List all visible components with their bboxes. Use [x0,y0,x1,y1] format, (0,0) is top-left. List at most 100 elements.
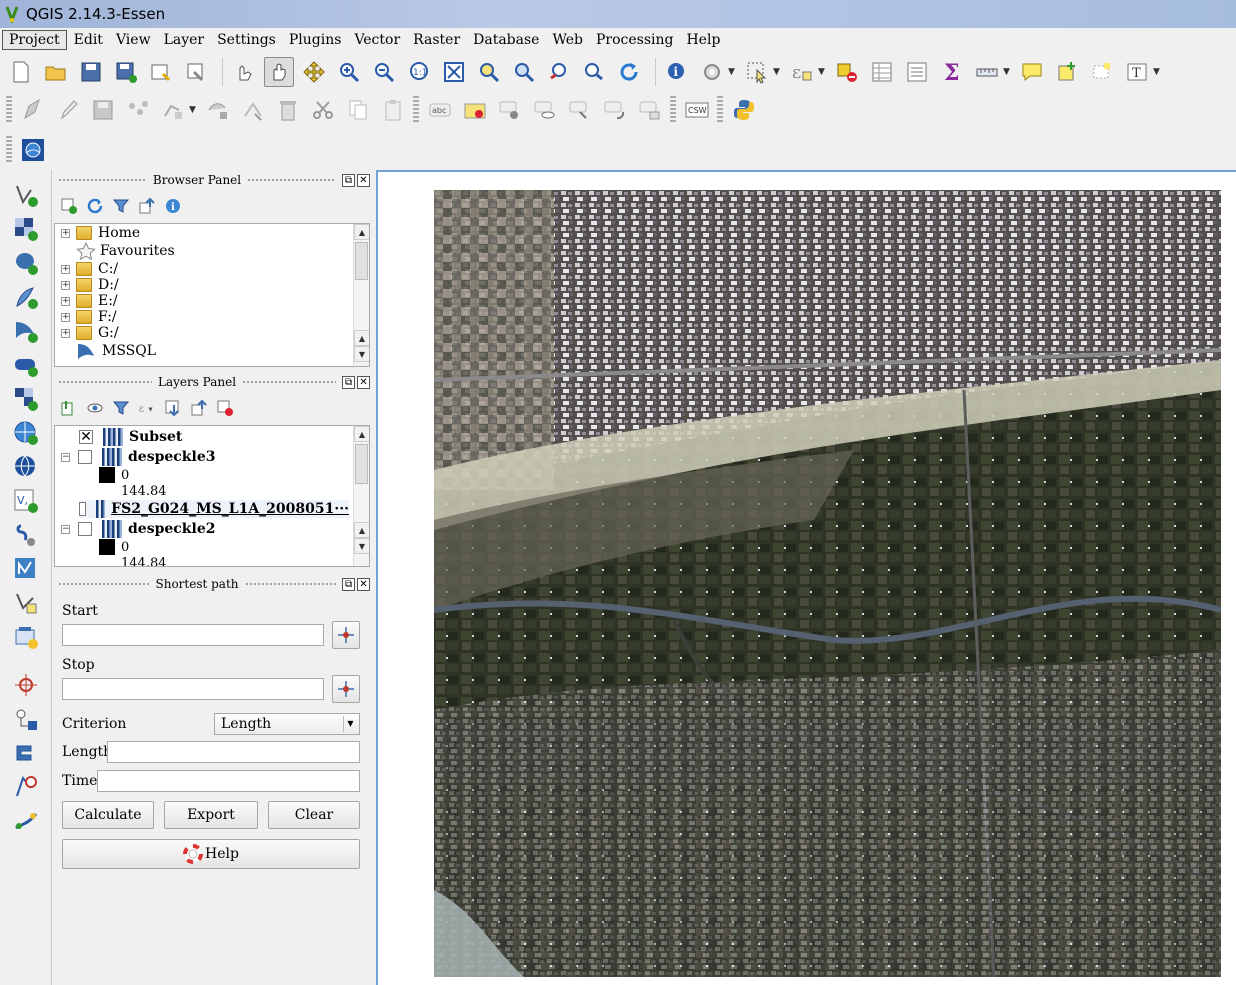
collapse-icon[interactable]: − [61,524,70,534]
change-label-icon[interactable] [635,95,665,125]
scroll-down-icon[interactable]: ▼ [354,346,369,362]
float-panel-icon[interactable]: ⧉ [342,173,355,187]
stop-capture-point-button[interactable] [332,675,360,703]
touch-zoom-icon[interactable] [229,57,259,87]
layer-labeling-icon[interactable] [460,95,490,125]
show-hide-labels-icon[interactable] [530,95,560,125]
remove-layer-icon[interactable] [216,399,234,417]
close-panel-icon[interactable]: ✕ [357,577,371,591]
menu-processing[interactable]: Processing [590,31,680,49]
zoom-in-icon[interactable] [334,57,364,87]
layer-checkbox[interactable] [79,502,87,516]
georeferencer-icon[interactable] [18,135,48,165]
filter-expression-icon[interactable]: ε ▼ [138,399,156,417]
trash-icon[interactable] [273,95,303,125]
expand-icon[interactable]: + [61,296,70,306]
csw-metasearch-icon[interactable]: CSW [682,95,712,125]
identify-features-icon[interactable]: i [662,57,692,87]
scroll-up-icon[interactable]: ▲ [354,522,369,538]
export-button[interactable]: Export [164,801,258,829]
sum-icon[interactable]: Σ [937,57,967,87]
add-raster-layer-icon[interactable] [11,214,41,244]
chevron-down-icon[interactable]: ▼ [818,67,826,77]
expand-icon[interactable]: + [61,312,70,322]
length-field[interactable] [107,741,360,763]
add-wfs-layer-icon[interactable] [11,452,41,482]
tree-item-mssql[interactable]: MSSQL [76,342,156,360]
gps-tools-icon[interactable] [11,622,41,652]
filter-icon[interactable] [112,399,130,417]
scroll-thumb[interactable] [355,242,368,280]
new-print-composer-icon[interactable] [146,57,176,87]
add-vector-layer-icon[interactable] [11,180,41,210]
help-button[interactable]: Help [62,839,360,869]
clear-button[interactable]: Clear [268,801,360,829]
menu-settings[interactable]: Settings [211,31,282,49]
menu-raster[interactable]: Raster [407,31,466,49]
menu-web[interactable]: Web [546,31,589,49]
menu-help[interactable]: Help [680,31,726,49]
close-panel-icon[interactable]: ✕ [357,375,371,389]
add-wcs-layer-icon[interactable] [11,418,41,448]
scroll-up-icon[interactable]: ▲ [354,224,369,240]
close-panel-icon[interactable]: ✕ [357,173,370,187]
node-editor-icon[interactable] [11,704,41,734]
satellite-raster-image[interactable] [434,190,1221,977]
scroll-thumb[interactable] [355,444,368,484]
calculate-button[interactable]: Calculate [62,801,154,829]
map-tips-icon[interactable] [1017,57,1047,87]
layer-item-fs2[interactable]: FS2_G024_MS_L1A_2008051··· [79,500,349,518]
zoom-next-icon[interactable] [579,57,609,87]
rotate-label-icon[interactable] [600,95,630,125]
label-toolbar-icon[interactable]: abc [425,95,455,125]
expand-icon[interactable]: + [61,280,70,290]
chevron-down-icon[interactable]: ▼ [773,67,781,77]
node-tool-icon[interactable] [203,95,233,125]
layers-scrollbar[interactable]: ▲ ▲ ▼ [353,426,369,566]
magnet-snap-icon[interactable] [11,738,41,768]
add-mssql-layer-icon[interactable] [11,316,41,346]
road-graph-icon[interactable] [11,806,41,836]
collapse-icon[interactable]: − [61,452,70,462]
add-selected-layers-icon[interactable] [60,197,78,215]
float-panel-icon[interactable]: ⧉ [342,375,356,389]
layer-styling-icon[interactable] [60,399,78,417]
delete-selected-icon[interactable] [238,95,268,125]
menu-layer[interactable]: Layer [158,31,211,49]
save-layer-edits-icon[interactable] [88,95,118,125]
current-edits-icon[interactable] [18,95,48,125]
add-postgis-layer-icon[interactable] [11,248,41,278]
pin-labels-icon[interactable] [495,95,525,125]
criterion-select[interactable]: Length ▼ [214,713,360,735]
composer-manager-icon[interactable] [181,57,211,87]
pan-to-selection-icon[interactable] [299,57,329,87]
chevron-down-icon[interactable]: ▼ [343,716,357,732]
zoom-to-selection-icon[interactable] [474,57,504,87]
add-oracle-layer-icon[interactable] [11,350,41,380]
stop-input[interactable] [62,678,324,700]
topology-checker-icon[interactable] [11,772,41,802]
time-field[interactable] [97,770,360,792]
layer-checkbox[interactable] [78,522,92,536]
start-input[interactable] [62,624,324,646]
zoom-last-icon[interactable] [544,57,574,87]
deselect-features-icon[interactable] [832,57,862,87]
move-label-icon[interactable] [565,95,595,125]
scroll-down-icon[interactable]: ▼ [354,538,369,554]
select-by-expression-icon[interactable]: ε [787,57,817,87]
tree-item-favourites[interactable]: Favourites [76,242,175,260]
save-project-icon[interactable] [76,57,106,87]
zoom-full-icon[interactable] [439,57,469,87]
open-attribute-table-icon[interactable] [867,57,897,87]
chevron-down-icon[interactable]: ▼ [728,67,736,77]
menu-database[interactable]: Database [467,31,545,49]
layer-item-despeckle2[interactable]: − despeckle2 [61,520,215,538]
scroll-up-icon[interactable]: ▲ [354,330,369,346]
info-icon[interactable]: i [164,197,182,215]
measure-line-icon[interactable] [972,57,1002,87]
zoom-native-resolution-icon[interactable]: 1:1 [404,57,434,87]
crosshair-icon[interactable] [11,670,41,700]
save-as-icon[interactable] [111,57,141,87]
menu-view[interactable]: View [110,31,157,49]
add-feature-icon[interactable] [123,95,153,125]
